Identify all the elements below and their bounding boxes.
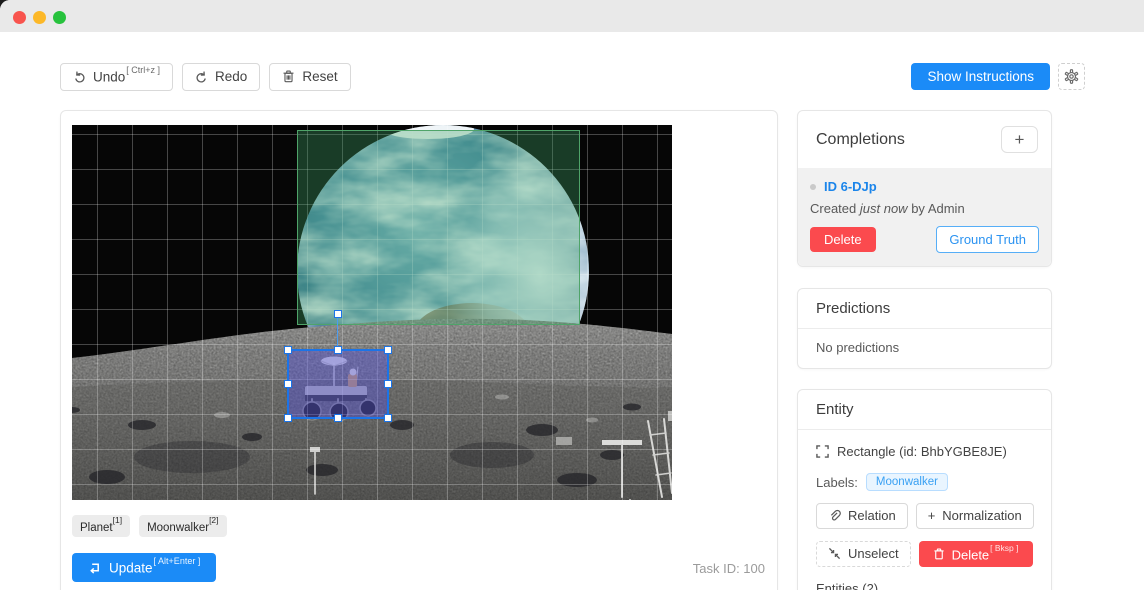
- normalization-button[interactable]: + Normalization: [916, 503, 1034, 529]
- settings-button[interactable]: [1058, 63, 1085, 90]
- entity-title: Entity: [816, 401, 854, 418]
- toolbar-right: Show Instructions: [911, 63, 1085, 90]
- label-chips: Planet[1] Moonwalker[2]: [72, 515, 227, 537]
- reset-button[interactable]: Reset: [269, 63, 350, 91]
- annotation-layer[interactable]: [72, 125, 672, 500]
- entity-label-tag[interactable]: Moonwalker: [866, 473, 948, 491]
- close-window-button[interactable]: [13, 11, 26, 24]
- resize-handle-se[interactable]: [384, 414, 392, 422]
- resize-handle-w[interactable]: [284, 380, 292, 388]
- entity-panel: Entity Rectangle (id: BhbYGBE8JE) Labels…: [797, 389, 1052, 590]
- unselect-button[interactable]: Unselect: [816, 541, 911, 567]
- app-window: Undo[ Ctrl+z ] Redo: [0, 0, 1144, 590]
- right-sidebar: Completions + ID 6-DJp Created just now …: [797, 110, 1052, 590]
- completion-id-link[interactable]: ID 6-DJp: [824, 179, 877, 194]
- rotation-line: [337, 318, 338, 349]
- completion-created-text: Created just now by Admin: [810, 201, 1039, 216]
- created-by: by Admin: [911, 201, 964, 216]
- resize-handle-sw[interactable]: [284, 414, 292, 422]
- resize-handle-s[interactable]: [334, 414, 342, 422]
- completion-item[interactable]: ID 6-DJp Created just now by Admin Delet…: [798, 168, 1051, 266]
- redo-button[interactable]: Redo: [182, 63, 260, 91]
- task-id: Task ID: 100: [693, 561, 765, 576]
- resize-handle-ne[interactable]: [384, 346, 392, 354]
- predictions-title: Predictions: [816, 300, 890, 317]
- undo-label: Undo: [93, 70, 125, 85]
- entity-selection-text: Rectangle (id: BhbYGBE8JE): [837, 444, 1007, 459]
- add-completion-button[interactable]: +: [1001, 126, 1038, 153]
- chip-planet-hotkey: [1]: [113, 515, 122, 525]
- undo-button[interactable]: Undo[ Ctrl+z ]: [60, 63, 173, 91]
- created-time: just now: [860, 201, 908, 216]
- minimize-window-button[interactable]: [33, 11, 46, 24]
- created-prefix: Created: [810, 201, 856, 216]
- submit-arrow-icon: [88, 561, 101, 574]
- update-button[interactable]: Update[ Alt+Enter ]: [72, 553, 216, 582]
- redo-icon: [195, 70, 208, 83]
- completion-bullet-icon: [810, 184, 816, 190]
- plus-icon: +: [928, 508, 936, 524]
- predictions-panel: Predictions No predictions: [797, 288, 1052, 369]
- canvas-card: Planet[1] Moonwalker[2] Update[ Alt+Ente…: [60, 110, 778, 590]
- update-label: Update: [109, 561, 153, 576]
- labels-caption: Labels:: [816, 475, 858, 490]
- completions-panel: Completions + ID 6-DJp Created just now …: [797, 110, 1052, 267]
- expand-corners-icon: [816, 445, 829, 458]
- update-hotkey: [ Alt+Enter ]: [154, 556, 201, 566]
- undo-hotkey: [ Ctrl+z ]: [126, 65, 160, 75]
- ground-truth-button[interactable]: Ground Truth: [936, 226, 1039, 253]
- normalization-label: Normalization: [942, 508, 1021, 524]
- toolbar-left: Undo[ Ctrl+z ] Redo: [60, 63, 351, 91]
- resize-handle-nw[interactable]: [284, 346, 292, 354]
- region-planet[interactable]: [297, 130, 580, 325]
- redo-label: Redo: [215, 69, 247, 85]
- completions-title: Completions: [816, 131, 905, 149]
- trash-icon: [282, 70, 295, 83]
- unselect-label: Unselect: [848, 546, 899, 562]
- gear-icon: [1064, 69, 1079, 84]
- relation-label: Relation: [848, 508, 896, 524]
- maximize-window-button[interactable]: [53, 11, 66, 24]
- link-icon: [828, 509, 841, 522]
- trash-icon-white: [933, 548, 945, 560]
- reset-label: Reset: [302, 69, 337, 85]
- delete-completion-button[interactable]: Delete: [810, 227, 876, 252]
- collapse-arrows-icon: [828, 547, 841, 560]
- label-chip-planet[interactable]: Planet[1]: [72, 515, 130, 537]
- rotation-handle[interactable]: [334, 310, 342, 318]
- title-bar: [0, 0, 1144, 32]
- label-chip-moonwalker[interactable]: Moonwalker[2]: [139, 515, 226, 537]
- chip-planet-label: Planet: [80, 522, 113, 534]
- delete-entity-label: Delete: [952, 547, 990, 562]
- undo-icon: [73, 70, 86, 83]
- resize-handle-e[interactable]: [384, 380, 392, 388]
- resize-handle-n[interactable]: [334, 346, 342, 354]
- entities-count: Entities (2): [816, 581, 1033, 590]
- region-moonwalker-selected[interactable]: [287, 349, 389, 419]
- delete-entity-button[interactable]: Delete[ Bksp ]: [919, 541, 1033, 567]
- chip-moonwalker-hotkey: [2]: [209, 515, 218, 525]
- show-instructions-button[interactable]: Show Instructions: [911, 63, 1050, 90]
- relation-button[interactable]: Relation: [816, 503, 908, 529]
- predictions-empty-text: No predictions: [798, 329, 1051, 368]
- task-image-container: [72, 125, 672, 500]
- delete-entity-hotkey: [ Bksp ]: [990, 543, 1018, 553]
- chip-moonwalker-label: Moonwalker: [147, 522, 209, 534]
